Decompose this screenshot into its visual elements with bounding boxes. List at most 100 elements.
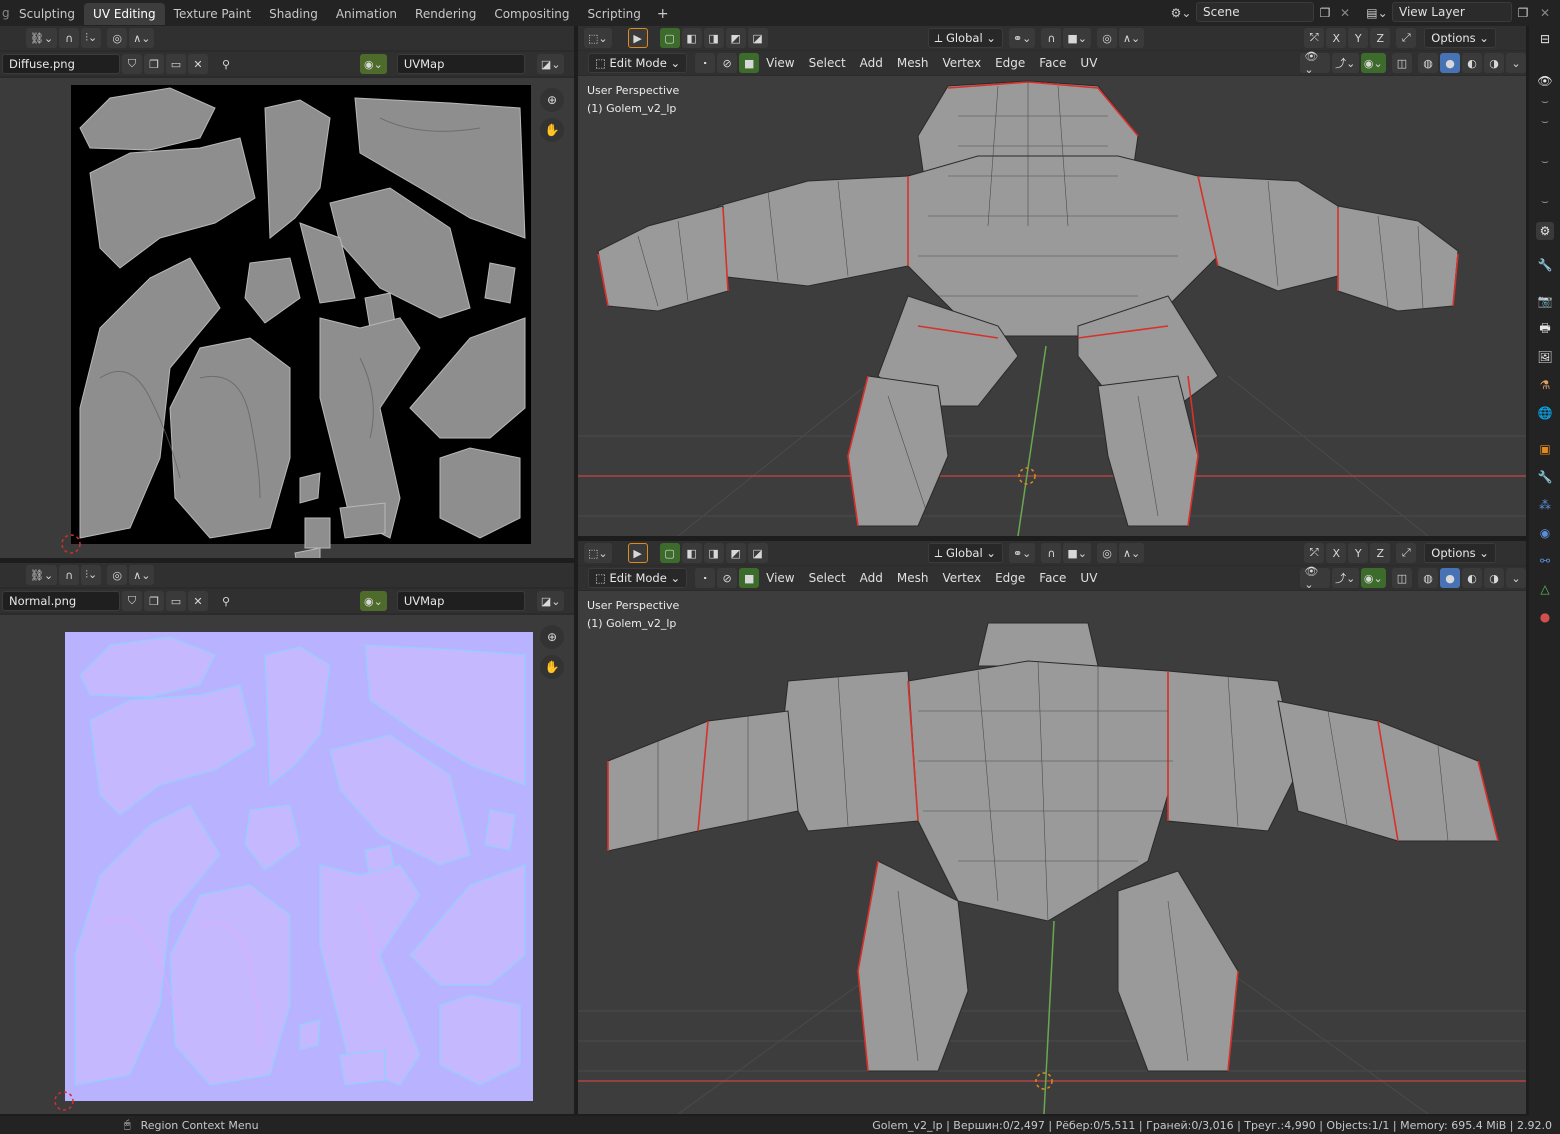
select-subtract-icon[interactable]: ◨ bbox=[703, 28, 724, 48]
select-invert-icon[interactable]: ◩ bbox=[725, 543, 746, 563]
mirror-x-button[interactable]: X bbox=[1326, 543, 1347, 563]
select-subtract-icon[interactable]: ◨ bbox=[703, 543, 724, 563]
select-tool-icon[interactable]: ▶ bbox=[627, 28, 648, 48]
menu-view[interactable]: View bbox=[759, 53, 801, 73]
zoom-icon[interactable]: ⊕ bbox=[540, 88, 564, 112]
uv-canvas-bottom[interactable]: ⊕ ✋ bbox=[0, 615, 574, 1114]
orientation-dropdown[interactable]: ⟂ Global ⌄ bbox=[927, 28, 1003, 48]
shading-options-icon[interactable]: ⌄ bbox=[1506, 568, 1526, 588]
tab-sculpting[interactable]: Sculpting bbox=[10, 3, 84, 25]
menu-mesh[interactable]: Mesh bbox=[890, 568, 936, 588]
zoom-icon[interactable]: ⊕ bbox=[540, 625, 564, 649]
data-properties-icon[interactable]: △ bbox=[1536, 580, 1554, 598]
tab-overflow[interactable]: g bbox=[0, 6, 10, 20]
new-image-icon[interactable]: ❐ bbox=[144, 591, 164, 611]
rendered-shading-icon[interactable]: ◑ bbox=[1484, 53, 1504, 73]
select-extend-icon[interactable]: ◧ bbox=[681, 28, 702, 48]
orientation-dropdown[interactable]: ⟂ Global ⌄ bbox=[927, 543, 1003, 563]
proportional-edit-icon[interactable]: ◎ bbox=[1097, 543, 1117, 563]
shading-options-icon[interactable]: ⌄ bbox=[1506, 53, 1526, 73]
face-select-icon[interactable]: ■ bbox=[739, 568, 760, 588]
view-layer-close-icon[interactable]: ✕ bbox=[1536, 4, 1554, 22]
mirror-icon[interactable]: ⤱ bbox=[1304, 543, 1325, 563]
wrench-tools-icon[interactable]: 🔧 bbox=[1536, 256, 1554, 274]
snap-icon[interactable]: ∩ bbox=[59, 28, 80, 48]
image-name-field[interactable]: Diffuse.png bbox=[2, 54, 120, 74]
collapse-icon-2[interactable]: ⌣ bbox=[1536, 112, 1554, 130]
snap-icon[interactable]: ∩ bbox=[1041, 28, 1062, 48]
gizmo-icon[interactable]: ⤴⌄ bbox=[1331, 568, 1359, 588]
collapse-icon-4[interactable]: ⌣ bbox=[1536, 192, 1554, 210]
edge-select-icon[interactable]: ⊘ bbox=[717, 53, 738, 73]
scene-properties-icon[interactable]: ⚗ bbox=[1536, 376, 1554, 394]
scene-selector-icon[interactable]: ⚙⌄ bbox=[1168, 4, 1194, 22]
snap-mode-icon[interactable]: ⫶⌄ bbox=[81, 28, 102, 48]
menu-vertex[interactable]: Vertex bbox=[935, 53, 988, 73]
mirror-icon[interactable]: ⤱ bbox=[1304, 28, 1325, 48]
select-intersect-icon[interactable]: ◪ bbox=[747, 543, 768, 563]
select-intersect-icon[interactable]: ◪ bbox=[747, 28, 768, 48]
snap-icon[interactable]: ∩ bbox=[1041, 543, 1062, 563]
face-select-icon[interactable]: ■ bbox=[739, 53, 760, 73]
overlay-icon[interactable]: ◉⌄ bbox=[1360, 568, 1386, 588]
open-image-icon[interactable]: ▭ bbox=[166, 54, 186, 74]
new-image-icon[interactable]: ❐ bbox=[144, 54, 164, 74]
editor-type-icon[interactable]: ⬚⌄ bbox=[584, 28, 612, 48]
render-properties-icon[interactable]: 📷 bbox=[1536, 292, 1554, 310]
xray-icon[interactable]: ◫ bbox=[1392, 568, 1412, 588]
options-dropdown[interactable]: Options ⌄ bbox=[1424, 28, 1496, 48]
edge-select-icon[interactable]: ⊘ bbox=[717, 568, 738, 588]
view-layer-field[interactable]: View Layer bbox=[1392, 2, 1512, 22]
fake-user-icon[interactable]: ⛉ bbox=[122, 54, 142, 74]
fake-user-icon[interactable]: ⛉ bbox=[122, 591, 142, 611]
tab-shading[interactable]: Shading bbox=[260, 3, 327, 25]
select-invert-icon[interactable]: ◩ bbox=[725, 28, 746, 48]
overlay-icon[interactable]: ◉⌄ bbox=[1360, 53, 1386, 73]
tab-scripting[interactable]: Scripting bbox=[579, 3, 650, 25]
mirror-y-button[interactable]: Y bbox=[1348, 28, 1369, 48]
topology-mirror-icon[interactable]: ⤢ bbox=[1396, 28, 1417, 48]
eye-icon[interactable]: 👁 bbox=[1536, 72, 1554, 90]
sync-selection-icon[interactable]: ⛓⌄ bbox=[26, 565, 58, 585]
falloff-icon[interactable]: ∧⌄ bbox=[1119, 28, 1145, 48]
solid-shading-icon[interactable]: ● bbox=[1440, 568, 1460, 588]
view-layer-icon[interactable]: ▤⌄ bbox=[1364, 4, 1390, 22]
snap-target-icon[interactable]: ■⌄ bbox=[1063, 543, 1091, 563]
scene-copy-icon[interactable]: ❐ bbox=[1316, 4, 1334, 22]
material-properties-icon[interactable]: ● bbox=[1536, 608, 1554, 626]
uv-sync-icon[interactable]: ◉⌄ bbox=[360, 54, 387, 74]
proportional-edit-icon[interactable]: ◎ bbox=[107, 28, 128, 48]
falloff-icon[interactable]: ∧⌄ bbox=[1119, 543, 1145, 563]
menu-edge[interactable]: Edge bbox=[988, 568, 1032, 588]
output-properties-icon[interactable]: 🖶 bbox=[1536, 320, 1554, 338]
sync-selection-icon[interactable]: ⛓⌄ bbox=[26, 28, 58, 48]
menu-uv[interactable]: UV bbox=[1073, 568, 1104, 588]
menu-vertex[interactable]: Vertex bbox=[935, 568, 988, 588]
uvmap-field[interactable]: UVMap bbox=[396, 54, 525, 74]
material-shading-icon[interactable]: ◐ bbox=[1462, 568, 1482, 588]
select-box-new-icon[interactable]: ▢ bbox=[659, 543, 680, 563]
mirror-z-button[interactable]: Z bbox=[1370, 28, 1391, 48]
menu-uv[interactable]: UV bbox=[1073, 53, 1104, 73]
wireframe-shading-icon[interactable]: ◍ bbox=[1418, 53, 1438, 73]
tab-animation[interactable]: Animation bbox=[327, 3, 406, 25]
select-box-new-icon[interactable]: ▢ bbox=[659, 28, 680, 48]
add-workspace-button[interactable]: + bbox=[650, 3, 676, 25]
proportional-edit-icon[interactable]: ◎ bbox=[107, 565, 128, 585]
material-shading-icon[interactable]: ◐ bbox=[1462, 53, 1482, 73]
select-extend-icon[interactable]: ◧ bbox=[681, 543, 702, 563]
falloff-icon[interactable]: ∧⌄ bbox=[129, 565, 155, 585]
tab-uv-editing[interactable]: UV Editing bbox=[84, 3, 165, 25]
particles-properties-icon[interactable]: ⁂ bbox=[1536, 496, 1554, 514]
visibility-icon[interactable]: 👁⌄ bbox=[1300, 565, 1330, 591]
snap-target-icon[interactable]: ■⌄ bbox=[1063, 28, 1091, 48]
display-channels-icon[interactable]: ◪⌄ bbox=[536, 591, 565, 611]
menu-mesh[interactable]: Mesh bbox=[890, 53, 936, 73]
pivot-icon[interactable]: ⚭⌄ bbox=[1008, 28, 1036, 48]
wireframe-shading-icon[interactable]: ◍ bbox=[1418, 568, 1438, 588]
uv-sync-icon[interactable]: ◉⌄ bbox=[360, 591, 387, 611]
pin-icon[interactable]: ⚲ bbox=[216, 591, 236, 611]
scene-close-icon[interactable]: ✕ bbox=[1336, 4, 1354, 22]
menu-add[interactable]: Add bbox=[853, 568, 890, 588]
menu-edge[interactable]: Edge bbox=[988, 53, 1032, 73]
